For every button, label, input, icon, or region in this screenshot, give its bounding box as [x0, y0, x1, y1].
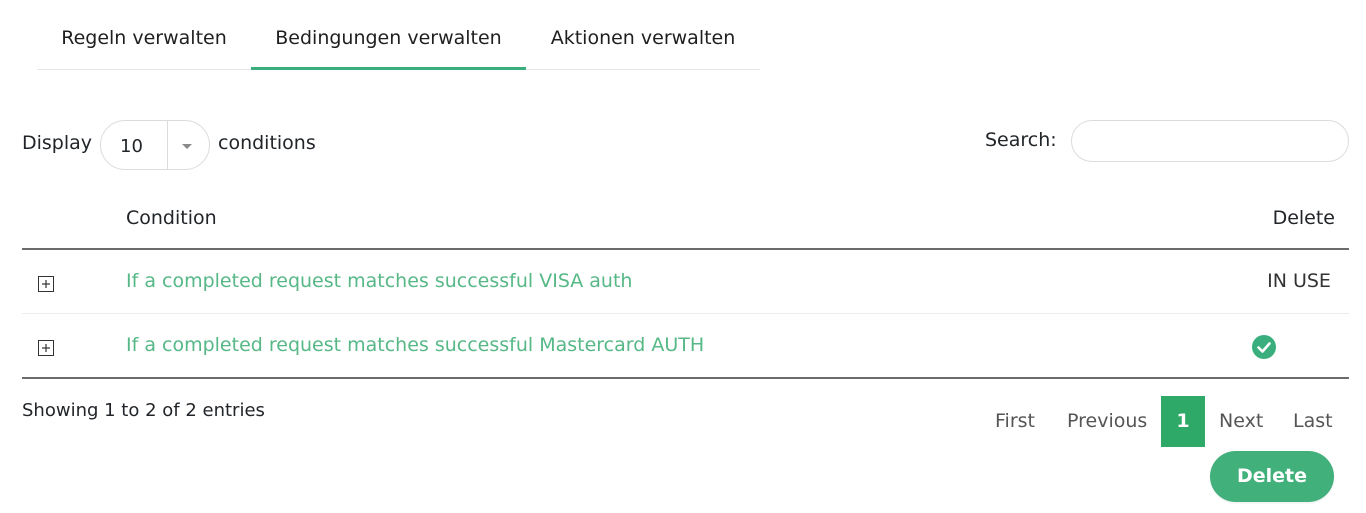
- pagination-next[interactable]: Next: [1219, 396, 1263, 447]
- table-row: If a completed request matches successfu…: [22, 314, 1349, 379]
- tab-bedingungen-verwalten[interactable]: Bedingungen verwalten: [251, 0, 526, 70]
- table-header: Condition Delete: [22, 190, 1349, 250]
- expand-plus-icon[interactable]: [38, 340, 54, 356]
- conditions-table: Condition Delete If a completed request …: [22, 190, 1349, 379]
- tab-bar: Regeln verwalten Bedingungen verwalten A…: [37, 0, 760, 70]
- expand-plus-icon[interactable]: [38, 276, 54, 292]
- pagination-page-1[interactable]: 1: [1161, 396, 1205, 447]
- pagination-first[interactable]: First: [995, 396, 1035, 447]
- delete-button[interactable]: Delete: [1210, 451, 1334, 502]
- select-divider: [167, 121, 168, 169]
- pagination-previous[interactable]: Previous: [1067, 396, 1147, 447]
- column-header-delete[interactable]: Delete: [1273, 207, 1335, 229]
- tab-aktionen-verwalten[interactable]: Aktionen verwalten: [526, 0, 760, 69]
- in-use-status: IN USE: [1267, 270, 1331, 292]
- condition-link[interactable]: If a completed request matches successfu…: [126, 270, 632, 292]
- check-circle-icon[interactable]: [1251, 334, 1277, 360]
- display-label: Display: [22, 132, 93, 154]
- column-header-condition[interactable]: Condition: [126, 207, 217, 229]
- table-info: Showing 1 to 2 of 2 entries: [22, 400, 265, 421]
- conditions-label: conditions: [218, 132, 316, 154]
- condition-link[interactable]: If a completed request matches successfu…: [126, 334, 704, 356]
- page-length-select[interactable]: 10: [100, 120, 210, 170]
- search-input[interactable]: [1071, 120, 1349, 162]
- page-length-value: 10: [120, 136, 143, 157]
- table-row: If a completed request matches successfu…: [22, 250, 1349, 314]
- search-label: Search:: [985, 129, 1057, 151]
- tab-regeln-verwalten[interactable]: Regeln verwalten: [37, 0, 251, 69]
- pagination-last[interactable]: Last: [1293, 396, 1333, 447]
- chevron-down-icon: [182, 144, 192, 149]
